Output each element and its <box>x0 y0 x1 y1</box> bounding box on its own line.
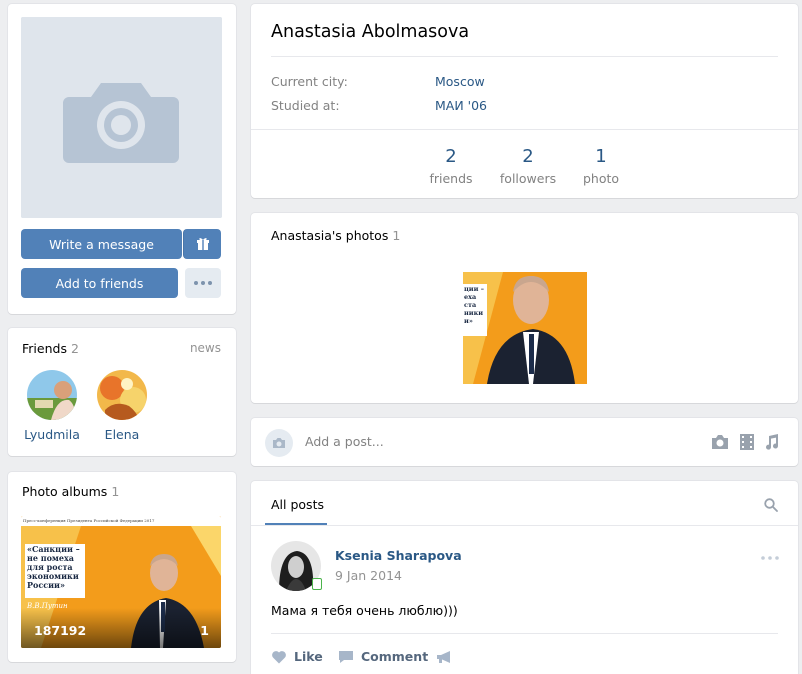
album-title: 187192 <box>34 623 87 638</box>
tab-all-posts[interactable]: All posts <box>271 497 324 512</box>
my-avatar <box>265 429 293 457</box>
add-to-friends-button[interactable]: Add to friends <box>21 268 178 298</box>
camera-icon <box>273 438 285 448</box>
counter-friends[interactable]: 2 friends <box>421 146 481 186</box>
album-cover-slogan: «Санкции – не помеха для роста экономики… <box>27 544 80 590</box>
profile-photo-card: Write a message Add to friends <box>8 4 236 314</box>
page-title: Anastasia Abolmasova <box>271 22 470 42</box>
divider <box>271 633 778 634</box>
counter-friends-value: 2 <box>445 146 457 167</box>
counter-photos-label: photo <box>582 171 620 186</box>
counter-photos-value: 1 <box>595 146 607 167</box>
comment-button[interactable]: Comment <box>338 649 428 664</box>
photo-albums-block: Photo albums 1 Пресс-конференция Президен… <box>8 472 236 662</box>
comment-label: Comment <box>361 649 429 664</box>
camera-placeholder-icon <box>21 17 222 218</box>
info-label-education: Studied at: <box>271 98 340 113</box>
write-message-button[interactable]: Write a message <box>21 229 182 259</box>
post-author-name[interactable]: Ksenia Sharapova <box>335 548 462 563</box>
friend-avatar[interactable] <box>27 370 77 420</box>
counter-followers-label: followers <box>499 171 557 186</box>
friend-name[interactable]: Elena <box>90 427 154 442</box>
friend-name[interactable]: Lyudmila <box>20 427 84 442</box>
comment-icon <box>339 650 353 663</box>
friend-item[interactable]: Lyudmila <box>20 370 84 442</box>
friends-title: Friends <box>22 341 67 356</box>
divider <box>251 525 798 526</box>
add-post-box: Add a post... <box>251 418 798 466</box>
albums-header[interactable]: Photo albums 1 <box>22 484 119 499</box>
divider <box>251 129 798 130</box>
counter-photos[interactable]: 1 photo <box>571 146 631 186</box>
albums-count: 1 <box>111 484 120 499</box>
gift-icon <box>196 238 209 250</box>
friend-item[interactable]: Elena <box>90 370 154 442</box>
more-dots-icon <box>194 281 212 285</box>
heart-icon <box>272 650 286 663</box>
info-value-city[interactable]: Moscow <box>435 74 485 89</box>
friends-news-link[interactable]: news <box>190 341 221 355</box>
send-gift-button[interactable] <box>183 229 221 259</box>
photo-thumbnail-text: ции – еха ста ники и» <box>464 285 484 325</box>
photos-title: Anastasia's photos <box>271 228 389 243</box>
post-date[interactable]: 9 Jan 2014 <box>335 568 402 583</box>
friend-avatar[interactable] <box>97 370 147 420</box>
like-button[interactable]: Like <box>271 649 323 664</box>
search-icon[interactable] <box>764 498 778 512</box>
share-icon[interactable] <box>436 650 452 664</box>
mobile-online-icon <box>312 578 322 590</box>
counter-followers-value: 2 <box>522 146 534 167</box>
album-photo-count: 1 <box>200 623 209 638</box>
album-cover[interactable]: Пресс-конференция Президента Российской … <box>21 516 221 648</box>
music-icon[interactable] <box>765 434 779 450</box>
album-cover-header: Пресс-конференция Президента Российской … <box>23 518 155 523</box>
counter-friends-label: friends <box>429 171 473 186</box>
counter-followers[interactable]: 2 followers <box>498 146 558 186</box>
photos-block: Anastasia's photos 1 ции – еха ста ники и… <box>251 213 798 403</box>
info-value-education[interactable]: МАИ '06 <box>435 98 487 113</box>
friends-header[interactable]: Friends 2 <box>22 341 79 356</box>
wall-block: All posts Ksenia Sharapova 9 Jan 2014 Ма… <box>251 481 798 674</box>
more-actions-button[interactable] <box>185 268 221 298</box>
camera-icon[interactable] <box>711 434 729 450</box>
friends-count: 2 <box>70 341 79 356</box>
profile-info-card: Anastasia Abolmasova Current city: Mosco… <box>251 4 798 198</box>
video-icon[interactable] <box>740 434 754 450</box>
post-input[interactable]: Add a post... <box>305 434 384 449</box>
divider <box>271 56 778 57</box>
like-label: Like <box>294 649 323 664</box>
post-text: Мама я тебя очень люблю))) <box>271 603 458 618</box>
friends-block: Friends 2 news Lyudmila Elena <box>8 328 236 456</box>
photos-count: 1 <box>392 228 401 243</box>
profile-photo-placeholder[interactable] <box>21 17 222 218</box>
photos-header[interactable]: Anastasia's photos 1 <box>271 228 400 243</box>
info-label-city: Current city: <box>271 74 348 89</box>
albums-title: Photo albums <box>22 484 108 499</box>
photo-thumbnail[interactable]: ции – еха ста ники и» <box>463 260 587 384</box>
post-menu-icon[interactable] <box>760 555 780 561</box>
